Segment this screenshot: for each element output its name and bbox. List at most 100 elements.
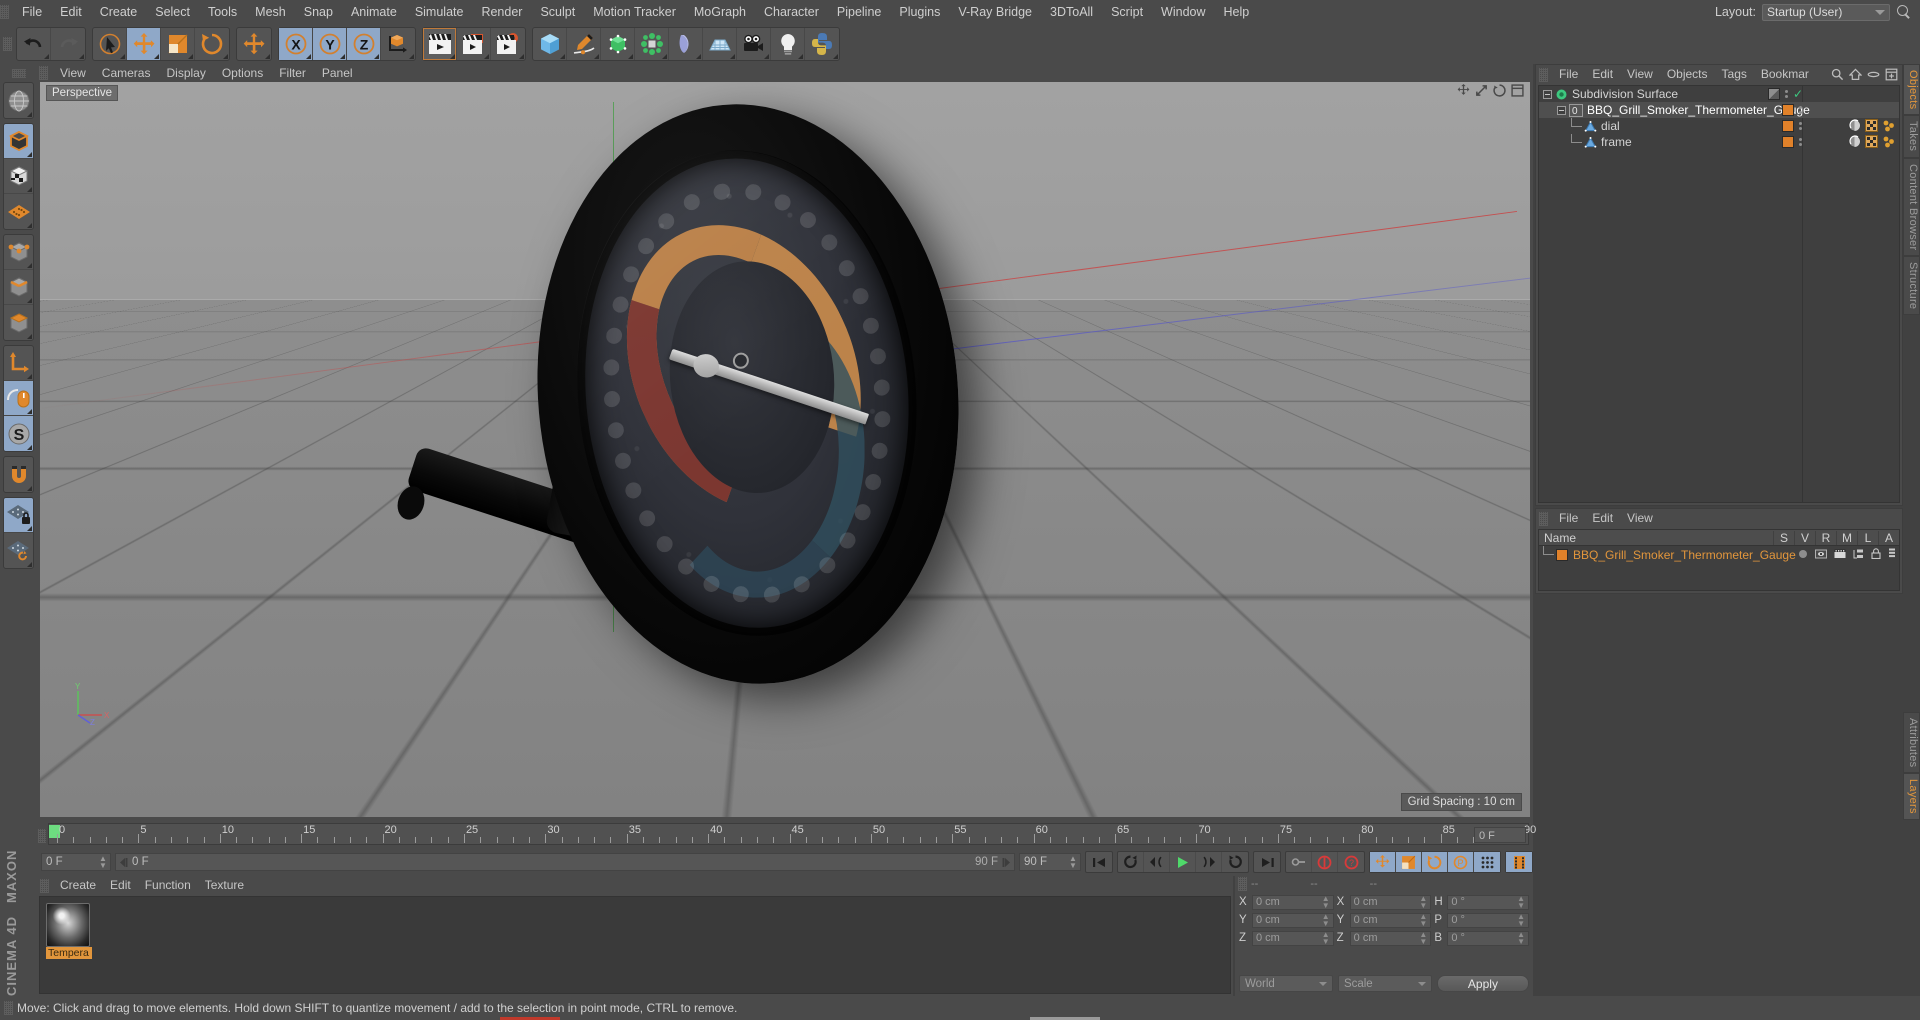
render-toggle-icon[interactable] [1834,548,1846,562]
autokeying-button[interactable] [1312,852,1338,872]
manager-toggle-icon[interactable] [1853,548,1864,562]
world-move-tool[interactable] [237,28,271,60]
tab-takes[interactable]: Takes [1903,115,1920,157]
spinner-icon[interactable]: ▲ ▼ [1419,931,1427,945]
uvw-tag-icon[interactable] [1882,119,1895,135]
spinner-icon[interactable]: ▲ ▼ [1069,855,1076,869]
menu-3dtoall[interactable]: 3DToAll [1041,0,1102,24]
solo-toggle[interactable] [1798,548,1808,562]
material-menu-function[interactable]: Function [138,876,198,895]
expand-collapse-icon[interactable] [1543,90,1552,99]
render-settings-button[interactable] [491,28,525,60]
model-mode-button[interactable] [4,124,33,159]
left-toolbar-gripper[interactable] [12,69,26,78]
layer-manager-menu-file[interactable]: File [1552,509,1585,528]
menu-tools[interactable]: Tools [199,0,246,24]
snap-settings-button[interactable]: S [4,416,33,451]
menu-v-ray-bridge[interactable]: V-Ray Bridge [949,0,1041,24]
material-item[interactable]: Tempera [46,903,90,959]
viewport-canvas[interactable]: Y X Z Perspective Grid Spacing : 10 cm [40,82,1530,817]
object-manager-row[interactable]: 0 BBQ_Grill_Smoker_Thermometer_Gauge [1539,102,1899,118]
search-icon[interactable] [1831,68,1844,81]
menu-script[interactable]: Script [1102,0,1152,24]
visibility-dots-icon[interactable] [1798,138,1803,146]
position-key-button[interactable] [1370,852,1396,872]
coord-position-field-y[interactable]: 0 cm ▲ ▼ [1252,913,1334,928]
scale-key-button[interactable] [1396,852,1422,872]
maximize-view-icon[interactable] [1511,84,1524,97]
material-manager-gripper[interactable] [40,879,49,893]
enable-axis-modification-button[interactable] [4,346,33,381]
viewport-solo-button[interactable] [4,381,33,416]
menu-gripper[interactable] [0,5,9,19]
object-color-swatch[interactable] [1768,88,1780,100]
new-window-icon[interactable] [1885,68,1898,81]
object-manager-row[interactable]: Subdivision Surface ✓ [1539,86,1899,102]
coordinate-system-select[interactable]: World [1239,975,1333,992]
status-bar-gripper[interactable] [4,1001,13,1015]
go-to-end-button[interactable] [1254,852,1280,872]
menu-character[interactable]: Character [755,0,828,24]
spinner-icon[interactable]: ▲ ▼ [1322,913,1330,927]
animation-toggle-icon[interactable] [1888,548,1896,562]
viewport-menu-panel[interactable]: Panel [314,64,361,82]
lock-y-axis[interactable]: Y [313,28,347,60]
scale-view-icon[interactable] [1475,84,1488,97]
object-manager-menu-file[interactable]: File [1552,65,1585,84]
menu-animate[interactable]: Animate [342,0,406,24]
search-icon[interactable] [1896,4,1912,20]
uv-polygon-mode-button[interactable] [4,194,33,229]
menu-select[interactable]: Select [146,0,199,24]
home-icon[interactable] [1849,68,1862,81]
layer-manager-row[interactable]: BBQ_Grill_Smoker_Thermometer_Gauge [1539,546,1899,563]
render-to-picture-viewer-button[interactable] [457,28,491,60]
planar-workplane-button[interactable] [4,533,33,568]
python-button[interactable] [805,28,839,60]
object-color-swatch[interactable] [1782,104,1794,116]
go-to-next-key-button[interactable] [1222,852,1248,872]
texture-tag-icon[interactable] [1865,119,1878,135]
polygon-mode-button[interactable] [4,305,33,340]
timeline-strip-button[interactable] [1506,852,1532,872]
viewport-menu-view[interactable]: View [52,64,94,82]
end-frame-field[interactable]: 90 F ▲ ▼ [1019,853,1081,871]
range-left-handle-icon[interactable] [119,858,128,867]
step-forward-button[interactable] [1196,852,1222,872]
record-active-objects-button[interactable] [1286,852,1312,872]
layer-manager-gripper[interactable] [1539,512,1548,526]
coord-rotation-field-h[interactable]: 0 ° ▲ ▼ [1447,895,1529,910]
move-tool[interactable] [127,28,161,60]
object-manager-menu-objects[interactable]: Objects [1660,65,1715,84]
range-right-handle-icon[interactable] [1002,858,1011,867]
tab-structure[interactable]: Structure [1903,256,1920,315]
lock-toggle-icon[interactable] [1871,548,1881,562]
coord-position-field-x[interactable]: 0 cm ▲ ▼ [1252,895,1334,910]
edge-mode-button[interactable] [4,270,33,305]
lock-z-axis[interactable]: Z [347,28,381,60]
viewport-gripper[interactable] [39,66,48,80]
timeline-gripper[interactable] [38,829,46,843]
menu-window[interactable]: Window [1152,0,1214,24]
coord-size-field-z[interactable]: 0 cm ▲ ▼ [1350,931,1432,946]
lock-x-axis[interactable]: X [279,28,313,60]
add-primitive-button[interactable] [533,28,567,60]
view-toggle-icon[interactable] [1815,548,1827,562]
timeline-end-field[interactable]: 0 F [1474,827,1526,843]
scene-object-button[interactable] [703,28,737,60]
layer-manager-menu-edit[interactable]: Edit [1585,509,1620,528]
spinner-icon[interactable]: ▲ ▼ [1517,913,1525,927]
viewport-menu-options[interactable]: Options [214,64,271,82]
world-object-coordinate-toggle[interactable] [381,28,415,60]
object-color-swatch[interactable] [1782,120,1794,132]
lock-workplane-button[interactable] [4,498,33,533]
workplane-magnet-button[interactable] [4,457,33,492]
expand-collapse-icon[interactable] [1557,106,1566,115]
enabled-check-icon[interactable]: ✓ [1793,88,1803,100]
visibility-dots-icon[interactable] [1798,106,1803,114]
object-manager-row[interactable]: frame [1539,134,1899,150]
camera-button[interactable] [737,28,771,60]
coord-rotation-field-p[interactable]: 0 ° ▲ ▼ [1447,913,1529,928]
coord-position-field-z[interactable]: 0 cm ▲ ▼ [1252,931,1334,946]
coord-size-field-y[interactable]: 0 cm ▲ ▼ [1350,913,1432,928]
visibility-dots-icon[interactable] [1798,122,1803,130]
